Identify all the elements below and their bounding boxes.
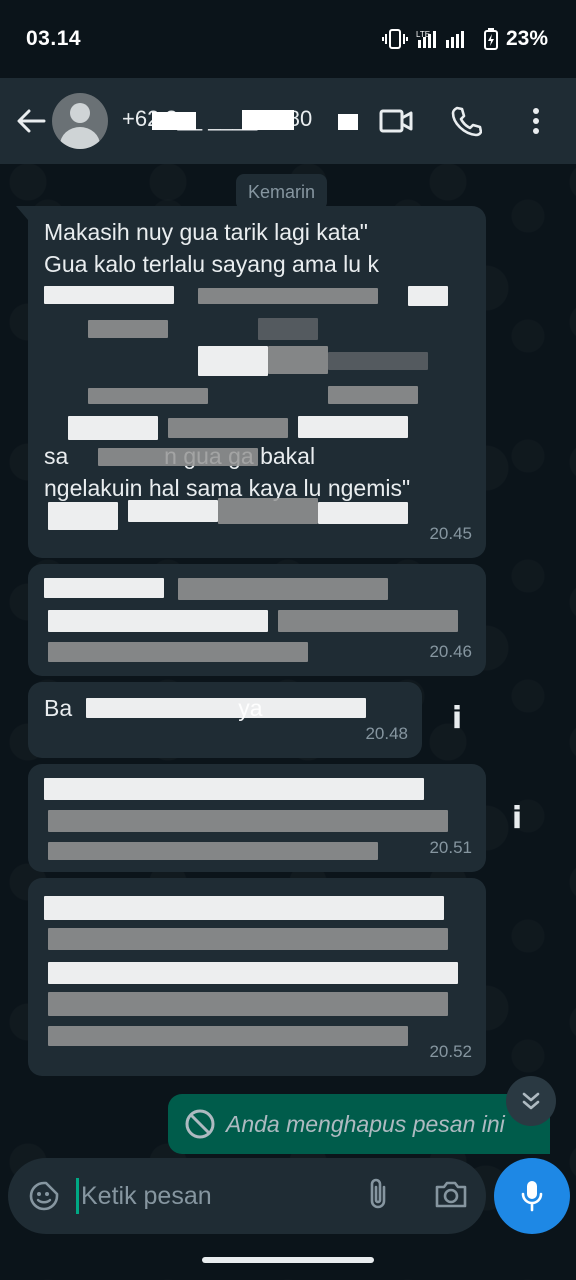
redaction bbox=[338, 114, 358, 130]
message-bubble[interactable]: 20.51 bbox=[28, 764, 486, 872]
battery-level: 23% bbox=[505, 27, 548, 50]
redaction bbox=[44, 578, 164, 598]
contact-name[interactable]: +62 8__ ____ 7180 bbox=[122, 106, 358, 136]
deleted-message-text: Anda menghapus pesan ini bbox=[226, 1110, 505, 1137]
redaction bbox=[98, 448, 258, 466]
status-time: 03.14 bbox=[26, 27, 82, 50]
message-bubble[interactable]: Ba ya 20.48 bbox=[28, 682, 422, 758]
redaction bbox=[44, 896, 444, 920]
redaction bbox=[128, 500, 218, 522]
video-call-icon[interactable] bbox=[376, 101, 416, 141]
redaction bbox=[198, 346, 268, 376]
status-bar: 03.14 LTE 23% bbox=[0, 0, 576, 78]
header-actions bbox=[376, 101, 562, 141]
voice-message-button[interactable] bbox=[494, 1158, 570, 1234]
redaction bbox=[152, 112, 196, 130]
message-input[interactable] bbox=[76, 1178, 326, 1214]
voice-call-icon[interactable] bbox=[446, 101, 486, 141]
message-bubble[interactable]: 20.46 bbox=[28, 564, 486, 676]
double-chevron-down-icon bbox=[522, 1092, 540, 1110]
redaction bbox=[178, 578, 388, 600]
redaction bbox=[44, 286, 174, 304]
redaction bbox=[48, 962, 458, 984]
gesture-nav-bar[interactable] bbox=[202, 1257, 374, 1263]
message-bubble[interactable]: 20.52 bbox=[28, 878, 486, 1076]
redaction bbox=[68, 416, 158, 440]
redaction bbox=[328, 352, 428, 370]
deleted-message[interactable]: Anda menghapus pesan ini bbox=[168, 1094, 550, 1154]
info-icon[interactable]: i bbox=[442, 696, 472, 740]
message-bubble[interactable]: Makasih nuy gua tarik lagi kata" Gua kal… bbox=[16, 206, 486, 558]
redaction bbox=[86, 698, 366, 718]
info-icon[interactable]: i bbox=[502, 796, 532, 840]
more-options-icon[interactable] bbox=[516, 101, 556, 141]
redaction bbox=[328, 386, 418, 404]
vibrate-icon bbox=[381, 28, 408, 50]
redaction bbox=[88, 320, 168, 338]
battery-icon bbox=[483, 28, 498, 50]
chat-header: +62 8__ ____ 7180 bbox=[0, 78, 576, 164]
message-time: 20.52 bbox=[429, 1042, 472, 1061]
redaction bbox=[318, 502, 408, 524]
contact-avatar[interactable] bbox=[52, 93, 108, 149]
redaction bbox=[48, 928, 448, 950]
redaction bbox=[48, 502, 118, 530]
signal-icon: LTE bbox=[416, 28, 476, 50]
redaction bbox=[48, 610, 268, 632]
date-chip: Kemarin bbox=[236, 174, 328, 210]
status-icons: LTE 23% bbox=[381, 27, 548, 51]
composer-actions bbox=[366, 1177, 468, 1216]
redaction bbox=[408, 286, 448, 306]
sticker-icon[interactable] bbox=[26, 1178, 62, 1214]
redaction bbox=[48, 642, 308, 662]
redaction bbox=[48, 810, 448, 832]
redaction bbox=[48, 842, 378, 860]
redaction bbox=[278, 610, 458, 632]
back-arrow-icon[interactable] bbox=[14, 104, 48, 138]
scroll-to-bottom-button[interactable] bbox=[506, 1076, 556, 1126]
blocked-icon bbox=[184, 1108, 216, 1140]
message-time: 20.45 bbox=[429, 524, 472, 543]
redaction bbox=[48, 992, 448, 1016]
camera-icon[interactable] bbox=[434, 1179, 468, 1214]
redaction bbox=[268, 346, 328, 374]
redaction bbox=[242, 110, 294, 130]
message-time: 20.51 bbox=[429, 838, 472, 857]
chat-area[interactable]: Kemarin Makasih nuy gua tarik lagi kata"… bbox=[0, 164, 576, 1154]
redaction bbox=[258, 318, 318, 340]
redaction bbox=[298, 416, 408, 438]
redaction bbox=[218, 498, 318, 524]
message-composer bbox=[8, 1158, 486, 1234]
message-time: 20.46 bbox=[429, 642, 472, 661]
redaction bbox=[48, 1026, 408, 1046]
redaction bbox=[168, 418, 288, 438]
message-time: 20.48 bbox=[365, 724, 408, 743]
redaction bbox=[198, 288, 378, 304]
redaction bbox=[44, 778, 424, 800]
redaction bbox=[88, 388, 208, 404]
microphone-icon bbox=[521, 1181, 543, 1212]
attach-icon[interactable] bbox=[366, 1177, 390, 1216]
